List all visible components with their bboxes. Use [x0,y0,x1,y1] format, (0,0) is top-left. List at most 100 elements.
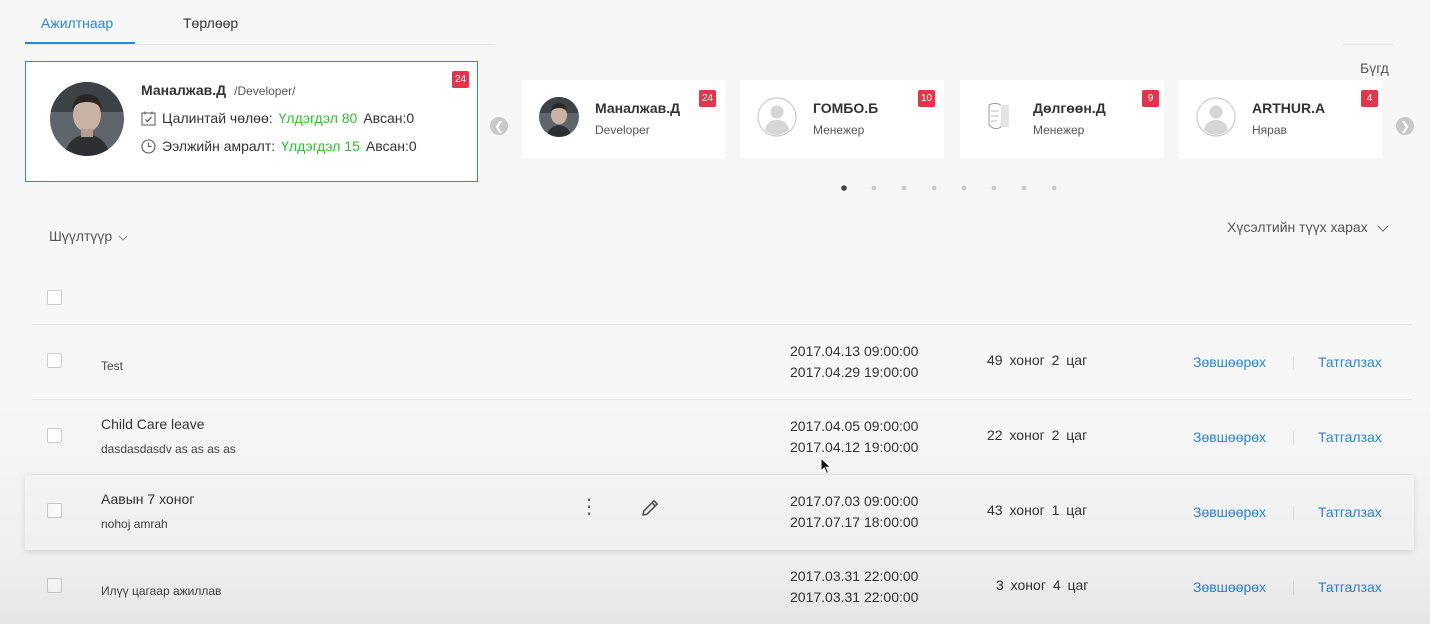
paid-leave-label: Цалинтай чөлөө: [162,110,273,126]
carousel-dot-8[interactable] [1051,185,1057,191]
end-date: 2017.03.31 22:00:00 [790,589,919,605]
table-row: Child Care leave dasdasdasdv as as as as… [32,400,1412,475]
employee-role: Менежер [1033,123,1085,137]
row-checkbox[interactable] [47,353,62,368]
row-checkbox[interactable] [47,503,62,518]
mouse-cursor-icon [820,456,832,478]
request-description: Test [101,359,124,373]
request-duration: 3 хоног 4 цаг [996,577,1089,593]
vacation-remaining: Үлдэгдэл 15 [281,138,360,154]
request-dates: 2017.03.31 22:00:00 2017.03.31 22:00:00 [790,566,918,608]
more-vert-icon[interactable]: ⋮ [579,497,599,517]
vacation-taken: Авсан:0 [365,138,417,154]
reject-button[interactable]: Татгалзах [1318,579,1382,595]
request-count-badge: 24 [699,90,716,107]
request-duration: 22 хоног 2 цаг [987,427,1088,443]
employee-role: Developer [595,123,650,137]
end-date: 2017.04.12 19:00:00 [790,439,919,455]
reject-button[interactable]: Татгалзах [1318,504,1382,520]
request-count-badge: 4 [1361,90,1378,107]
reject-button[interactable]: Татгалзах [1318,429,1382,445]
approve-button[interactable]: Зөвшөөрөх [1193,504,1266,520]
table-row: Илүү цагаар ажиллав 2017.03.31 22:00:00 … [32,550,1412,624]
employee-name: ГОМБО.Б [813,100,879,116]
divider [1293,431,1294,445]
request-duration: 43 хоног 1 цаг [987,502,1088,518]
request-duration: 49 хоног 2 цаг [987,352,1088,368]
filter-dropdown[interactable]: Шүүлтүүр [49,228,128,244]
request-description: dasdasdasdv as as as as [101,442,236,456]
select-all-checkbox[interactable] [47,290,62,305]
employee-card[interactable]: Дөлгөөн.Д Менежер 9 [960,80,1164,158]
calendar-check-icon [141,111,156,125]
request-dates: 2017.04.13 09:00:00 2017.04.29 19:00:00 [790,341,918,383]
employee-role: Менежер [813,123,865,137]
employee-role: /Developer/ [234,84,296,98]
employee-card[interactable]: ГОМБО.Б Менежер 10 [740,80,944,158]
table-header-row [32,250,1412,325]
employee-name: ARTHUR.A [1252,100,1326,116]
start-date: 2017.03.31 22:00:00 [790,568,919,584]
row-checkbox[interactable] [47,428,62,443]
selected-employee-card[interactable]: Маналжав.Д/Developer/ Цалинтай чөлөө: Үл… [25,61,478,182]
approve-button[interactable]: Зөвшөөрөх [1193,579,1266,595]
paid-leave-remaining: Үлдэгдэл 80 [278,110,358,126]
request-count-badge: 10 [918,90,935,107]
employee-role: Нярав [1252,123,1287,137]
employee-name-text: Маналжав.Д [141,82,227,98]
avatar-placeholder [1196,97,1236,137]
vacation-label: Ээлжийн амралт: [162,138,276,154]
request-count-badge: 9 [1142,90,1159,107]
start-date: 2017.04.13 09:00:00 [790,343,919,359]
employee-name: Дөлгөөн.Д [1033,100,1106,116]
avatar [977,97,1017,137]
request-description: nohoj amrah [101,517,168,531]
request-description: Илүү цагаар ажиллав [101,584,222,598]
approve-button[interactable]: Зөвшөөрөх [1193,429,1266,445]
avatar [539,97,579,137]
table-row: Аавын 7 хоног nohoj amrah ⋮ 2017.07.03 0… [25,475,1414,550]
chevron-down-icon [1376,225,1389,232]
start-date: 2017.04.05 09:00:00 [790,418,919,434]
carousel-dot-6[interactable] [991,185,997,191]
avatar-placeholder [757,97,797,137]
request-history-toggle[interactable]: Хүсэлтийн түүх харах [1227,218,1390,235]
approve-button[interactable]: Зөвшөөрөх [1193,354,1266,370]
carousel-dot-4[interactable] [931,185,937,191]
tab-bar: Ажилтнаар Төрлөөр [25,0,495,45]
carousel-next-icon[interactable]: ❯ [1396,117,1414,135]
tab-by-type[interactable]: Төрлөөр [183,15,238,31]
start-date: 2017.07.03 09:00:00 [790,493,919,509]
tab-by-employee[interactable]: Ажилтнаар [41,15,113,31]
show-all-link[interactable]: Бүгд [1360,60,1389,76]
row-checkbox[interactable] [47,578,62,593]
carousel-dot-1[interactable] [841,185,847,191]
request-dates: 2017.07.03 09:00:00 2017.07.17 18:00:00 [790,491,918,533]
carousel-dot-2[interactable] [871,185,877,191]
end-date: 2017.07.17 18:00:00 [790,514,919,530]
filter-label: Шүүлтүүр [49,228,113,244]
divider [1343,44,1393,45]
carousel-dot-3[interactable] [901,185,907,191]
request-count-badge: 24 [452,71,469,88]
table-row: Test 2017.04.13 09:00:00 2017.04.29 19:0… [32,325,1412,400]
carousel-dot-5[interactable] [961,185,967,191]
reject-button[interactable]: Татгалзах [1318,354,1382,370]
clock-icon [141,138,156,154]
request-title: Аавын 7 хоног [101,491,195,507]
divider [1293,506,1294,520]
avatar [50,82,124,156]
carousel-prev-icon[interactable]: ❮ [490,117,508,135]
paid-leave-taken: Авсан:0 [363,110,415,126]
request-dates: 2017.04.05 09:00:00 2017.04.12 19:00:00 [790,416,918,458]
employee-card[interactable]: Маналжав.Д Developer 24 [522,80,725,158]
employee-card[interactable]: ARTHUR.A Нярав 4 [1179,80,1382,158]
carousel-dot-7[interactable] [1021,185,1027,191]
pencil-icon[interactable] [639,497,661,522]
paid-leave-line: Цалинтай чөлөө: Үлдэгдэл 80 Авсан:0 [141,110,414,126]
end-date: 2017.04.29 19:00:00 [790,364,919,380]
request-title: Child Care leave [101,416,205,432]
vacation-line: Ээлжийн амралт: Үлдэгдэл 15 Авсан:0 [141,138,417,154]
employee-name: Маналжав.Д/Developer/ [141,82,295,98]
history-label: Хүсэлтийн түүх харах [1227,218,1368,235]
